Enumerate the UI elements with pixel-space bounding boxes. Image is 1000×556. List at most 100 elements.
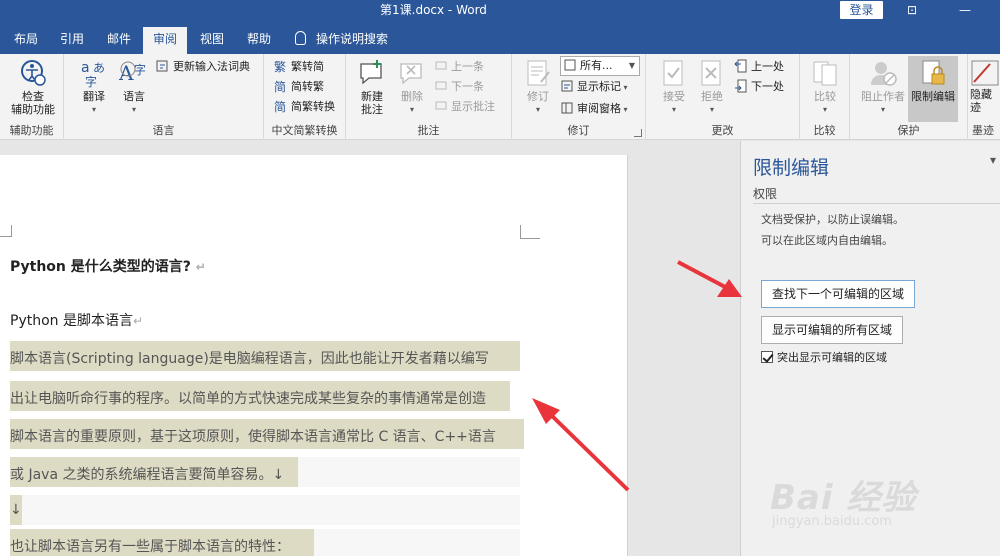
convert-chinese-button[interactable]: 简简繁转换	[274, 98, 335, 116]
tab-review[interactable]: 审阅	[143, 27, 188, 54]
language-button[interactable]: A字 语言 ▾	[114, 58, 154, 116]
restrict-editing-icon	[918, 58, 948, 88]
check-accessibility-button[interactable]: 检查 辅助功能	[8, 58, 58, 116]
markup-display-value: 所有...	[580, 59, 613, 72]
group-language: aあ字 翻译 ▾ A字 语言 ▾ 更新输入法词典 语言	[64, 54, 264, 140]
next-change-icon	[734, 79, 748, 93]
next-comment-button[interactable]: 下一条	[434, 78, 484, 96]
translate-button[interactable]: aあ字 翻译 ▾	[74, 58, 114, 116]
group-label-chinese: 中文简繁转换	[271, 124, 338, 137]
group-protect: 阻止作者 ▾ 限制编辑 保护	[850, 54, 968, 140]
block-authors-icon	[868, 58, 898, 88]
group-tracking: 修订 ▾ 所有... ▼ 显示标记 ▾ 审阅窗格 ▾ 修订	[512, 54, 646, 140]
svg-text:A: A	[119, 61, 134, 85]
hide-ink-icon	[970, 58, 1000, 88]
editable-region-line-light	[298, 457, 520, 487]
previous-change-button[interactable]: 上一处	[734, 58, 784, 76]
simplified-to-traditional-icon: 简	[274, 79, 288, 94]
traditional-to-simplified-icon: 繁	[274, 59, 288, 74]
to-simplified-button[interactable]: 繁繁转简	[274, 58, 324, 76]
doc-body-line[interactable]: ↓	[10, 502, 22, 518]
svg-text:a: a	[81, 60, 90, 76]
watermark-logo: Bai 经验	[770, 478, 917, 518]
doc-body-line[interactable]: 也让脚本语言另有一些属于脚本语言的特性：	[10, 536, 290, 556]
paragraph-mark: ↵	[132, 314, 144, 328]
group-chinese-conversion: 繁繁转简 简简转繁 简简繁转换 中文简繁转换	[264, 54, 346, 140]
update-ime-dictionary-button[interactable]: 更新输入法词典	[156, 58, 250, 76]
new-comment-button[interactable]: 新建 批注	[352, 58, 392, 116]
doc-body-line[interactable]: 脚本语言(Scripting language)是电脑编程语言，因此也能让开发者…	[10, 348, 489, 368]
restrict-editing-button[interactable]: 限制编辑	[908, 56, 958, 122]
compare-button[interactable]: 比较 ▾	[805, 58, 845, 116]
tell-me-label: 操作说明搜索	[316, 32, 389, 46]
document-page[interactable]: Python 是什么类型的语言? ↵ Python 是脚本语言↵ 脚本语言(Sc…	[0, 155, 628, 556]
pane-info-editable: 可以在此区域内自由编辑。	[761, 234, 893, 247]
lightbulb-icon	[295, 31, 306, 45]
next-change-label: 下一处	[751, 80, 784, 93]
reject-change-button[interactable]: 拒绝 ▾	[692, 58, 732, 116]
svg-text:字: 字	[85, 74, 97, 88]
tab-mailings[interactable]: 邮件	[97, 27, 141, 54]
doc-body-line[interactable]: 出让电脑听命行事的程序。以简单的方式快速完成某些复杂的事情通常是创造	[10, 388, 486, 408]
accept-icon	[659, 58, 689, 88]
tab-references[interactable]: 引用	[50, 27, 94, 54]
markup-display-select[interactable]: 所有... ▼	[560, 56, 640, 76]
reviewing-pane-label: 审阅窗格	[577, 102, 621, 115]
previous-comment-button[interactable]: 上一条	[434, 58, 484, 76]
block-authors-button[interactable]: 阻止作者 ▾	[856, 58, 910, 116]
group-comments: 新建 批注 删除 ▾ 上一条 下一条 显示批注 批注	[346, 54, 512, 140]
show-comments-button[interactable]: 显示批注	[434, 98, 495, 116]
doc-heading: Python 是什么类型的语言? ↵	[10, 259, 206, 275]
ribbon-tabs: 布局 引用 邮件 审阅 视图 帮助 操作说明搜索	[0, 27, 1000, 54]
svg-text:繁: 繁	[274, 59, 286, 73]
svg-text:あ: あ	[93, 61, 105, 75]
vertical-scrollbar[interactable]	[724, 141, 740, 556]
compare-icon	[810, 58, 840, 88]
tab-help[interactable]: 帮助	[237, 27, 281, 54]
watermark-url: jingyan.baidu.com	[772, 514, 892, 529]
previous-comment-icon	[434, 59, 448, 73]
tab-layout[interactable]: 布局	[4, 27, 48, 54]
doc-body-line[interactable]: 或 Java 之类的系统编程语言要简单容易。↓	[10, 464, 284, 484]
block-authors-dropdown-icon: ▾	[880, 105, 885, 114]
group-ink: 隐藏 迹 墨迹	[968, 54, 1000, 140]
next-change-button[interactable]: 下一处	[734, 78, 784, 96]
pane-info-protected: 文档受保护，以防止误编辑。	[761, 213, 904, 226]
doc-body-line[interactable]: 脚本语言的重要原则，基于这项原则，使得脚本语言通常比 C 语言、C++语言	[10, 426, 496, 446]
find-next-editable-region-button[interactable]: 查找下一个可编辑的区域	[761, 280, 916, 308]
to-traditional-button[interactable]: 简简转繁	[274, 78, 324, 96]
update-ime-dictionary-label: 更新输入法词典	[173, 60, 250, 73]
language-icon: A字	[118, 58, 149, 88]
show-comments-label: 显示批注	[451, 100, 495, 113]
compare-dropdown-icon: ▾	[822, 105, 827, 114]
minimize-icon[interactable]: —	[950, 0, 980, 20]
track-changes-label: 修订	[527, 90, 549, 103]
track-changes-button[interactable]: 修订 ▾	[518, 58, 558, 116]
login-button[interactable]: 登录	[840, 1, 883, 19]
hide-ink-button[interactable]: 隐藏 迹	[970, 58, 1000, 114]
ribbon-display-options-icon[interactable]: ⊡	[897, 0, 927, 20]
doc-subheading: Python 是脚本语言↵	[10, 313, 144, 329]
delete-comment-button[interactable]: 删除 ▾	[394, 58, 430, 116]
next-comment-label: 下一条	[451, 80, 484, 93]
svg-text:字: 字	[134, 62, 146, 77]
pane-options-chevron-icon[interactable]: ▾	[990, 153, 996, 167]
show-markup-dropdown-icon: ▾	[621, 83, 628, 92]
compare-label: 比较	[814, 90, 836, 103]
tab-view[interactable]: 视图	[190, 27, 234, 54]
baidu-watermark: Bai 经验 jingyan.baidu.com	[760, 470, 1000, 556]
accept-change-button[interactable]: 接受 ▾	[654, 58, 694, 116]
tell-me-search[interactable]: 操作说明搜索	[295, 27, 388, 54]
tracking-dialog-launcher-icon[interactable]	[634, 129, 642, 137]
show-markup-button[interactable]: 显示标记 ▾	[560, 78, 628, 96]
reject-dropdown-icon: ▾	[709, 105, 714, 114]
checkbox-checked-icon[interactable]	[761, 351, 773, 363]
document-area: Python 是什么类型的语言? ↵ Python 是脚本语言↵ 脚本语言(Sc…	[0, 141, 740, 556]
highlight-editable-regions-checkbox[interactable]: 突出显示可编辑的区域	[761, 349, 887, 365]
language-label: 语言	[123, 90, 145, 103]
reviewing-pane-button[interactable]: 审阅窗格 ▾	[560, 100, 628, 118]
editable-region-line-light	[22, 495, 520, 525]
track-dropdown-icon: ▾	[535, 105, 540, 114]
show-all-editable-regions-button[interactable]: 显示可编辑的所有区域	[761, 316, 904, 344]
pane-divider	[753, 203, 1000, 204]
